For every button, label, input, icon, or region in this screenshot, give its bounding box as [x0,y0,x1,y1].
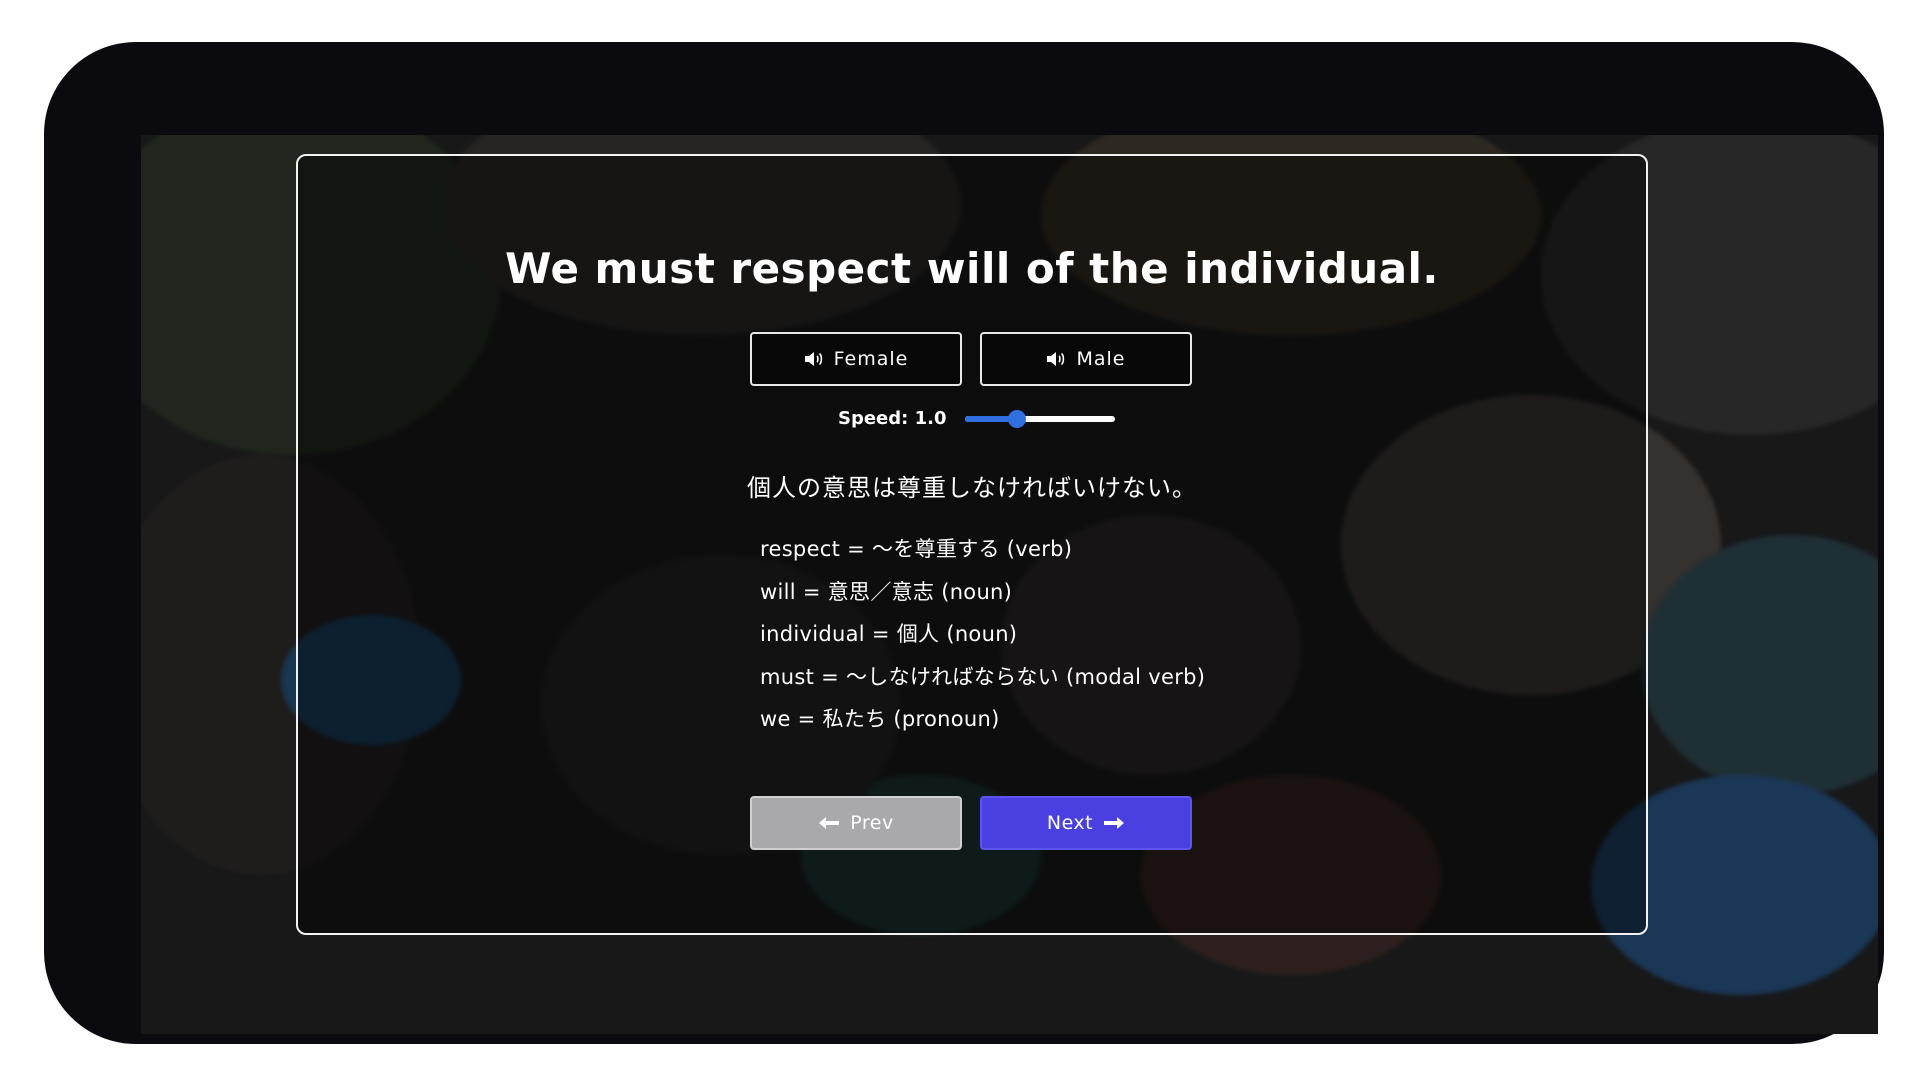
male-voice-label: Male [1076,348,1126,370]
speaker-icon [1047,352,1065,366]
arrow-left-icon [819,817,840,829]
speed-slider-thumb[interactable] [1008,409,1027,428]
prev-button[interactable]: Prev [750,796,962,850]
speaker-icon [804,352,822,366]
vocab-item: respect = ～を尊重する (verb) [760,537,1073,561]
next-button[interactable]: Next [980,796,1192,850]
next-label: Next [1046,812,1094,834]
speed-slider[interactable] [964,409,1115,428]
speed-label: Speed: 1.0 [838,408,947,429]
female-voice-label: Female [833,348,909,370]
vocab-item: must = ～しなければならない (modal verb) [760,664,1206,689]
speed-control: Speed: 1.0 [838,408,1115,429]
vocab-item: individual = 個人 (noun) [760,622,1018,646]
lesson-card: We must respect will of the individual. … [296,154,1648,935]
arrow-right-icon [1104,817,1125,829]
male-voice-button[interactable]: Male [980,332,1192,386]
female-voice-button[interactable]: Female [750,332,962,386]
vocabulary-list: respect = ～を尊重する (verb) will = 意思／意志 (no… [760,528,1205,741]
vocab-item: will = 意思／意志 (noun) [760,579,1013,604]
vocab-item: we = 私たち (pronoun) [760,707,1000,731]
prev-label: Prev [850,812,894,834]
japanese-translation: 個人の意思は尊重しなければいけない。 [747,474,1197,502]
sentence-title: We must respect will of the individual. [505,244,1439,293]
